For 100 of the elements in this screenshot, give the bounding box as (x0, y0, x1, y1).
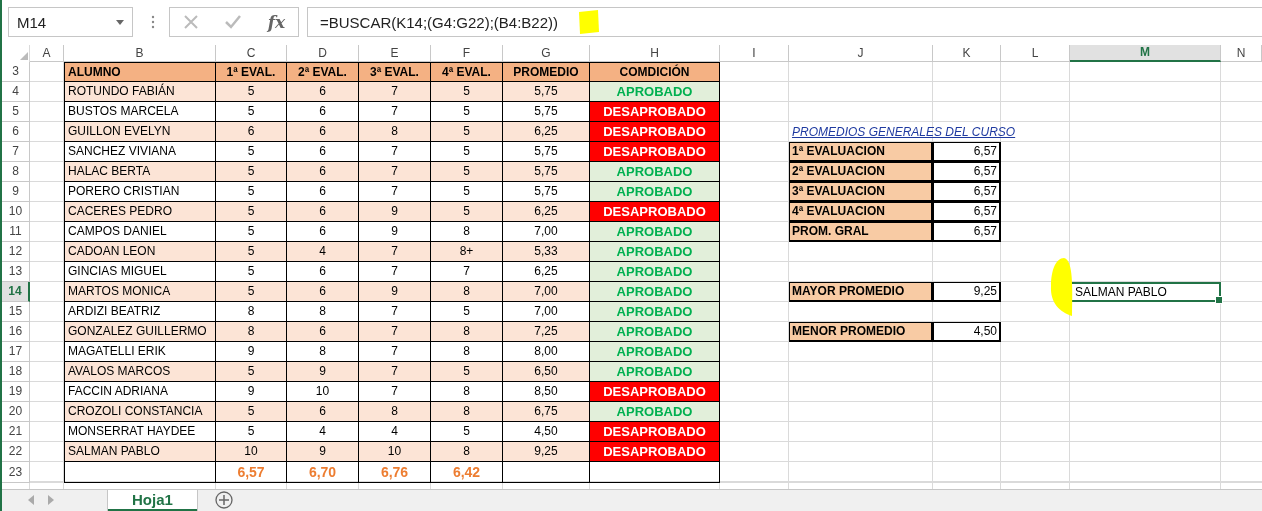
table-cell: 6 (287, 321, 359, 342)
column-header[interactable]: A (30, 44, 64, 62)
formula-bar[interactable]: =BUSCAR(K14;(G4:G22);(B4:B22)) (307, 7, 1262, 38)
row-header[interactable]: 10 (2, 201, 30, 222)
table-cell: HALAC BERTA (64, 161, 216, 182)
table-cell: GINCIAS MIGUEL (64, 261, 216, 282)
row-header[interactable]: 14 (2, 281, 30, 302)
table-cell: CAMPOS DANIEL (64, 221, 216, 242)
column-header[interactable]: F (431, 44, 503, 62)
table-cell: 6 (287, 121, 359, 142)
table-cell: 5 (216, 281, 287, 302)
status-cell: DESAPROBADO (590, 141, 720, 162)
table-cell: 4 (359, 421, 431, 442)
column-header[interactable]: I (720, 44, 789, 62)
row-header[interactable]: 8 (2, 161, 30, 182)
row-header[interactable]: 22 (2, 441, 30, 462)
column-header[interactable]: M (1070, 44, 1221, 62)
table-cell: 6 (287, 261, 359, 282)
row-header[interactable]: 11 (2, 221, 30, 242)
row-header[interactable]: 3 (2, 61, 30, 82)
next-sheet-icon[interactable] (48, 495, 54, 506)
check-icon[interactable] (224, 14, 243, 31)
summary-value: 6,57 (933, 161, 1001, 182)
table-cell: 5 (216, 81, 287, 102)
table-cell: 9 (287, 441, 359, 462)
table-cell: AVALOS MARCOS (64, 361, 216, 382)
column-header[interactable]: E (359, 44, 431, 62)
column-title: 4ª EVAL. (431, 61, 503, 82)
row-header[interactable]: 18 (2, 361, 30, 382)
table-cell: SALMAN PABLO (64, 441, 216, 462)
table-cell: MONSERRAT HAYDEE (64, 421, 216, 442)
summary-value: 6,57 (933, 141, 1001, 162)
table-cell: 6 (287, 101, 359, 122)
row-header[interactable]: 19 (2, 381, 30, 402)
cancel-icon[interactable] (182, 14, 199, 31)
table-cell: CACERES PEDRO (64, 201, 216, 222)
table-cell: 5 (216, 361, 287, 382)
column-header[interactable]: N (1221, 44, 1262, 62)
table-cell: 6 (287, 141, 359, 162)
row-header[interactable]: 6 (2, 121, 30, 142)
previous-sheet-icon[interactable] (28, 495, 34, 506)
status-cell: APROBADO (590, 401, 720, 422)
column-header[interactable]: C (216, 44, 287, 62)
row-header[interactable]: 15 (2, 301, 30, 322)
summary-label: MAYOR PROMEDIO (789, 281, 933, 302)
name-box[interactable]: M14 (8, 7, 133, 38)
table-cell: 7 (359, 321, 431, 342)
table-cell: 7 (359, 341, 431, 362)
table-cell: 5 (431, 181, 503, 202)
row-header[interactable]: 13 (2, 261, 30, 282)
column-header[interactable]: B (64, 44, 216, 62)
table-cell: 5 (216, 141, 287, 162)
row-header[interactable]: 12 (2, 241, 30, 262)
column-header[interactable]: L (1001, 44, 1070, 62)
row-header[interactable]: 5 (2, 101, 30, 122)
status-cell: APROBADO (590, 301, 720, 322)
total-cell: 6,42 (431, 461, 503, 483)
row-header[interactable]: 23 (2, 461, 30, 483)
insert-function-button[interactable]: fx (267, 12, 286, 33)
add-sheet-icon[interactable] (214, 491, 233, 510)
more-icon[interactable] (151, 15, 155, 30)
row-header[interactable]: 20 (2, 401, 30, 422)
row-header[interactable]: 16 (2, 321, 30, 342)
status-cell: APROBADO (590, 221, 720, 242)
status-cell: DESAPROBADO (590, 101, 720, 122)
total-cell: 6,76 (359, 461, 431, 483)
sheet-tab[interactable]: Hoja1 (108, 489, 197, 511)
table-cell: 5,75 (503, 81, 590, 102)
column-header[interactable]: H (590, 44, 720, 62)
table-cell: 5,33 (503, 241, 590, 262)
column-header[interactable]: G (503, 44, 590, 62)
table-cell: 6,50 (503, 361, 590, 382)
status-cell: DESAPROBADO (590, 441, 720, 462)
summary-value: 6,57 (933, 221, 1001, 242)
row-header[interactable]: 17 (2, 341, 30, 362)
fill-handle[interactable] (1215, 295, 1223, 304)
select-all-icon[interactable] (20, 51, 28, 60)
table-cell: GUILLON EVELYN (64, 121, 216, 142)
table-cell: SANCHEZ VIVIANA (64, 141, 216, 162)
table-cell: 6 (287, 401, 359, 422)
column-header[interactable]: D (287, 44, 359, 62)
table-cell: 5 (431, 301, 503, 322)
row-header[interactable]: 4 (2, 81, 30, 102)
selected-cell[interactable]: SALMAN PABLO (1070, 281, 1221, 302)
row-header[interactable]: 21 (2, 421, 30, 442)
table-cell: 8 (287, 301, 359, 322)
row-header[interactable]: 7 (2, 141, 30, 162)
table-cell: 7 (359, 261, 431, 282)
table-cell: 5 (431, 81, 503, 102)
table-cell: 7 (359, 241, 431, 262)
column-title: 1ª EVAL. (216, 61, 287, 82)
table-cell: 10 (216, 441, 287, 462)
total-cell: 6,70 (287, 461, 359, 483)
column-header[interactable]: J (789, 44, 933, 62)
column-header[interactable]: K (933, 44, 1001, 62)
row-header[interactable]: 9 (2, 181, 30, 202)
table-cell: 5 (216, 101, 287, 122)
table-cell: 10 (359, 441, 431, 462)
status-cell: APROBADO (590, 81, 720, 102)
status-cell: APROBADO (590, 361, 720, 382)
